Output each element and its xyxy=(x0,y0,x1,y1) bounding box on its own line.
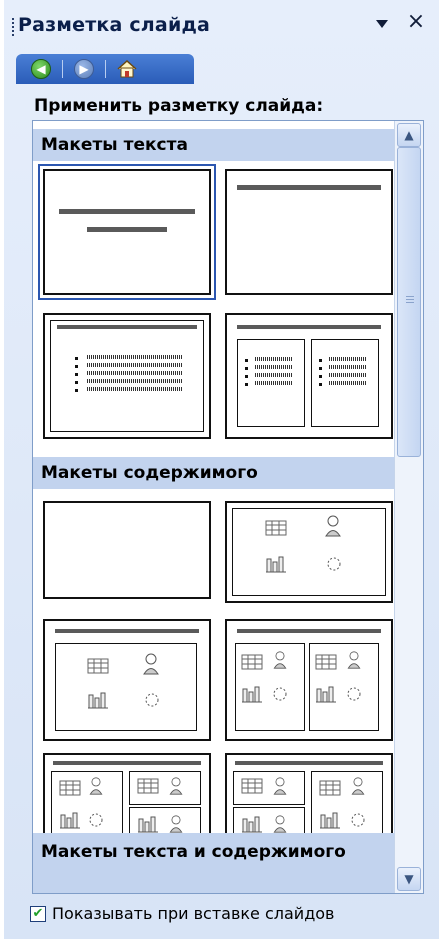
chart-icon xyxy=(316,686,336,703)
chart-icon xyxy=(138,816,158,833)
table-icon xyxy=(265,520,287,536)
scroll-thumb[interactable] xyxy=(397,147,421,457)
layout-list: Макеты текста Макеты содержимого Макеты … xyxy=(32,120,424,894)
diagram-icon xyxy=(327,557,341,571)
show-on-insert-label[interactable]: Показывать при вставке слайдов xyxy=(52,904,334,923)
dropdown-arrow-icon[interactable] xyxy=(376,20,388,28)
layout-title-and-content[interactable] xyxy=(43,619,211,741)
layout-title-and-text[interactable] xyxy=(43,313,211,439)
clipart-icon xyxy=(347,651,361,669)
table-icon xyxy=(241,778,263,794)
layout-blank[interactable] xyxy=(43,501,211,599)
scroll-up-button[interactable]: ▲ xyxy=(397,123,421,147)
layout-title-slide[interactable] xyxy=(38,164,216,300)
table-icon xyxy=(241,654,263,670)
diagram-icon xyxy=(347,687,361,701)
clipart-icon xyxy=(351,777,365,795)
table-icon xyxy=(319,780,341,796)
clipart-icon xyxy=(273,815,287,833)
clipart-icon xyxy=(169,815,183,833)
apply-layout-label: Применить разметку слайда: xyxy=(34,96,324,116)
section-header-content-layouts: Макеты содержимого xyxy=(33,457,395,489)
chart-icon xyxy=(266,556,286,573)
diagram-icon xyxy=(273,687,287,701)
back-arrow-icon: ◀ xyxy=(31,59,51,79)
section-header-text-layouts: Макеты текста xyxy=(33,129,395,161)
clipart-icon xyxy=(273,777,287,795)
home-icon xyxy=(117,60,137,78)
layout-content[interactable] xyxy=(225,501,393,603)
table-icon xyxy=(59,780,81,796)
table-icon xyxy=(87,658,109,674)
diagram-icon xyxy=(89,813,103,827)
chart-icon xyxy=(88,692,108,709)
forward-button[interactable]: ▶ xyxy=(63,56,105,82)
clipart-icon xyxy=(273,651,287,669)
drag-grip[interactable] xyxy=(12,18,14,36)
layout-title-only[interactable] xyxy=(225,169,393,295)
clipart-icon xyxy=(325,515,341,537)
table-icon xyxy=(137,778,159,794)
scroll-down-button[interactable]: ▼ xyxy=(397,867,421,891)
layout-title-and-two-column-text[interactable] xyxy=(225,313,393,439)
clipart-icon xyxy=(143,653,159,675)
show-on-insert-checkbox[interactable]: ✔ xyxy=(30,905,46,922)
show-on-insert-option: ✔ Показывать при вставке слайдов xyxy=(30,904,334,923)
layout-title-and-two-content[interactable] xyxy=(225,619,393,741)
forward-arrow-icon: ▶ xyxy=(74,59,94,79)
chart-icon xyxy=(242,686,262,703)
pane-title: Разметка слайда xyxy=(18,14,211,36)
diagram-icon xyxy=(145,693,159,707)
home-button[interactable] xyxy=(106,56,148,82)
clipart-icon xyxy=(89,777,103,795)
chart-icon xyxy=(242,816,262,833)
navigation-bar: ◀ ▶ xyxy=(16,54,194,84)
table-icon xyxy=(315,654,337,670)
clipart-icon xyxy=(169,777,183,795)
chart-icon xyxy=(320,812,340,829)
back-button[interactable]: ◀ xyxy=(20,56,62,82)
section-header-text-and-content-layouts: Макеты текста и содержимого xyxy=(33,833,395,893)
diagram-icon xyxy=(351,813,365,827)
chart-icon xyxy=(60,812,80,829)
close-icon[interactable]: × xyxy=(404,10,428,34)
scrollbar[interactable]: ▲ ▼ xyxy=(394,121,423,893)
